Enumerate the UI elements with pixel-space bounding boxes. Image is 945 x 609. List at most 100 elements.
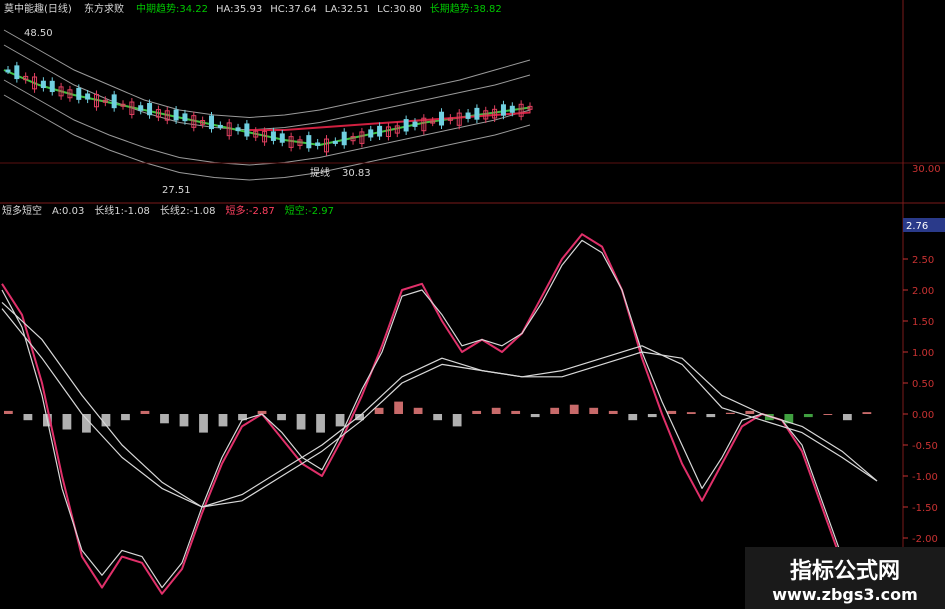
histogram-bar (686, 412, 696, 414)
price-panel-title: 莫中能趣(日线) (4, 2, 72, 15)
price-panel-bg (0, 0, 533, 200)
candle-body (500, 104, 506, 116)
indicator-title: 短多短空 (2, 204, 42, 217)
candle-body (439, 111, 445, 126)
histogram-bar (706, 414, 716, 418)
candle-body (306, 135, 312, 149)
y-tick-label: 2.00 (912, 286, 934, 297)
price-axis-label: 30.00 (912, 164, 941, 175)
candle-body (341, 131, 347, 146)
y-tick-label: 1.50 (912, 317, 934, 328)
histogram-bar (394, 401, 404, 414)
mid-annotation-label: 提线 (310, 166, 330, 179)
low-annotation: 27.51 (162, 185, 191, 196)
histogram-bar (647, 414, 657, 418)
histogram-bar (628, 414, 638, 421)
histogram-bar (160, 414, 169, 424)
histogram-bar (862, 412, 872, 414)
candle-body (412, 121, 418, 127)
histogram-bar (745, 410, 755, 414)
candle-body (138, 105, 144, 111)
series-line-短空 (1, 239, 863, 599)
histogram-bar (277, 414, 286, 421)
candle-body (368, 129, 374, 138)
candle-body (509, 105, 515, 113)
candle-body (474, 107, 480, 120)
histogram-bar (413, 407, 423, 414)
candle-body (40, 80, 46, 89)
histogram-bar (62, 414, 72, 430)
histogram-bar (511, 410, 521, 414)
candle-body (270, 131, 276, 141)
candle-body (182, 113, 188, 122)
histogram-bar (589, 407, 599, 414)
histogram-bar (179, 414, 189, 427)
price-legend-item: LC:30.80 (377, 4, 422, 15)
indicator-legend-item: 短空:-2.97 (285, 204, 334, 217)
histogram-bar (82, 414, 91, 433)
high-annotation: 48.50 (24, 28, 53, 39)
histogram-bar (823, 414, 833, 415)
candle-body (315, 142, 321, 146)
watermark: 指标公式网 www.zbgs3.com (745, 547, 945, 609)
histogram-bar (316, 414, 325, 433)
candle-body (217, 124, 223, 128)
indicator-legend-item: 长线2:-1.08 (160, 204, 216, 217)
series-line-长线1 (1, 308, 878, 508)
histogram-bar (550, 407, 560, 414)
indicator-legend-item: A:0.03 (52, 206, 84, 217)
histogram-bar (140, 410, 150, 414)
price-panel-subtitle: 东方求败 (84, 2, 124, 15)
price-panel: 莫中能趣(日线) 东方求败 中期趋势:34.22 HA:35.93 HC:37.64… (0, 0, 533, 200)
histogram-bar (491, 407, 501, 414)
price-legend-item: 长期趋势:38.82 (430, 2, 502, 15)
histogram-bar (530, 414, 540, 418)
candle-body (332, 140, 338, 144)
candle-body (5, 69, 11, 73)
candle-body (403, 119, 409, 132)
histogram-bar (218, 414, 228, 427)
candle-body (76, 87, 82, 100)
candle-body (465, 112, 471, 119)
histogram-bar (608, 410, 618, 414)
y-tick-label: 0.00 (912, 410, 934, 421)
y-tick-label: 2.50 (912, 255, 934, 266)
histogram-bar (374, 407, 384, 414)
candle-body (208, 115, 214, 130)
price-legend-item: HC:37.64 (270, 4, 317, 15)
mid-annotation-value: 30.83 (342, 168, 371, 179)
histogram-bar (4, 410, 13, 414)
y-tick-label: -1.50 (912, 503, 938, 514)
candle-body (111, 94, 117, 109)
price-legend-item: 中期趋势:34.22 (136, 2, 208, 15)
histogram-bar (452, 414, 462, 427)
indicator-chart: 莫中能趣(日线) 东方求败 中期趋势:34.22 HA:35.93 HC:37.64… (0, 0, 945, 609)
candle-body (85, 93, 91, 100)
candle-body (14, 65, 20, 80)
histogram-bar (296, 414, 306, 430)
histogram-bar (569, 404, 579, 414)
indicator-legend-item: 短多:-2.87 (226, 204, 275, 217)
candle-body (173, 109, 179, 121)
histogram-bar (199, 414, 208, 433)
y-tick-label: 0.50 (912, 379, 934, 390)
indicator-legend-item: 长线1:-1.08 (94, 204, 150, 217)
current-value-tag: 2.76 (906, 221, 928, 232)
y-tick-label: -1.00 (912, 472, 938, 483)
watermark-url: www.zbgs3.com (772, 584, 918, 604)
y-tick-label: -2.00 (912, 534, 938, 545)
watermark-title: 指标公式网 (789, 558, 900, 584)
indicator-panel: 短多短空 A:0.03 长线1:-1.08 长线2:-1.08 短多:-2.87 短空:… (1, 204, 945, 601)
y-tick-label: 1.00 (912, 348, 934, 359)
histogram-bar (335, 414, 345, 427)
histogram-bar (472, 410, 482, 414)
price-legend-item: HA:35.93 (216, 4, 262, 15)
candle-body (244, 123, 250, 137)
candle-body (377, 125, 383, 137)
candle-body (235, 127, 241, 132)
price-legend-item: LA:32.51 (325, 4, 369, 15)
candle-body (49, 80, 55, 93)
y-tick-label: -0.50 (912, 441, 938, 452)
histogram-bar (667, 410, 677, 414)
histogram-bar (725, 412, 735, 414)
